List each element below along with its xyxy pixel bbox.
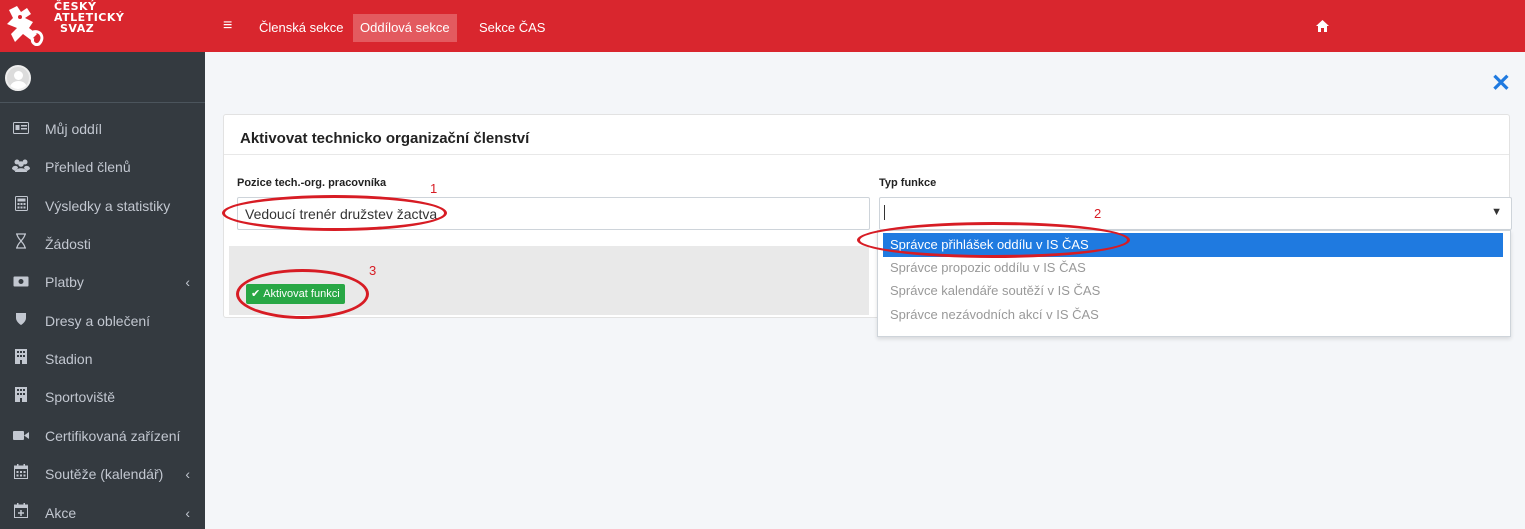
sidebar-item-prehled-clenu[interactable]: Přehled členů — [0, 148, 205, 186]
sidebar-item-label: Přehled členů — [45, 159, 131, 175]
brand-logo[interactable]: ČESKÝ ATLETICKÝ SVAZ — [0, 0, 205, 52]
nav-link-clenska-sekce[interactable]: Členská sekce — [252, 14, 351, 42]
dropdown-option[interactable]: Správce kalendáře soutěží v IS ČAS — [883, 279, 1503, 303]
sidebar-item-label: Stadion — [45, 351, 93, 367]
close-icon[interactable]: ✕ — [1491, 72, 1511, 96]
position-input[interactable] — [237, 197, 870, 230]
calendar-plus-icon — [12, 494, 30, 529]
sidebar: ČESKÝ ATLETICKÝ SVAZ Můj oddíl Přehled č… — [0, 0, 205, 529]
position-label: Pozice tech.-org. pracovníka — [237, 177, 387, 189]
sidebar-item-label: Dresy a oblečení — [45, 313, 151, 329]
sidebar-item-souteze[interactable]: Soutěže (kalendář) ‹ — [0, 455, 205, 493]
money-icon — [12, 263, 30, 301]
dropdown-option[interactable]: Správce nezávodních akcí v IS ČAS — [883, 303, 1503, 327]
top-navbar: ≡ Členská sekce Oddílová sekce Sekce ČAS — [205, 0, 1525, 52]
activate-function-button[interactable]: ✔ Aktivovat funkci — [246, 284, 345, 304]
sidebar-item-label: Platby — [45, 274, 84, 290]
annotation-number-2: 2 — [1094, 206, 1102, 221]
calendar-icon — [12, 455, 30, 493]
sidebar-item-label: Výsledky a statistiky — [45, 198, 171, 214]
sidebar-item-akce[interactable]: Akce ‹ — [0, 494, 205, 529]
sidebar-item-zadosti[interactable]: Žádosti — [0, 225, 205, 263]
brand-line-3: SVAZ — [60, 22, 95, 35]
chevron-left-icon: ‹ — [185, 466, 190, 482]
hourglass-icon — [12, 225, 30, 263]
chevron-left-icon: ‹ — [185, 274, 190, 290]
dropdown-option[interactable]: Správce přihlášek oddílu v IS ČAS — [883, 233, 1503, 257]
sidebar-item-label: Certifikovaná zařízení — [45, 428, 181, 444]
avatar[interactable] — [5, 65, 31, 91]
sidebar-item-label: Akce — [45, 505, 77, 521]
annotation-number-3: 3 — [369, 263, 377, 278]
building-icon — [12, 378, 30, 416]
sidebar-item-certifikovana-zarizeni[interactable]: Certifikovaná zařízení — [0, 417, 205, 455]
sidebar-item-sportoviste[interactable]: Sportoviště — [0, 378, 205, 416]
sidebar-item-dresy[interactable]: Dresy a oblečení — [0, 302, 205, 340]
shield-icon — [12, 302, 30, 340]
users-icon — [12, 148, 30, 186]
sidebar-item-label: Můj oddíl — [45, 121, 102, 137]
function-type-label: Typ funkce — [879, 177, 937, 189]
dropdown-option[interactable]: Správce propozic oddílu v IS ČAS — [883, 256, 1503, 280]
check-icon: ✔ — [251, 288, 261, 300]
sidebar-item-label: Sportoviště — [45, 389, 116, 405]
text-cursor — [884, 205, 885, 220]
user-panel — [0, 52, 205, 103]
hamburger-icon[interactable]: ≡ — [223, 18, 232, 34]
activate-function-label: Aktivovat funkci — [263, 288, 340, 300]
annotation-number-1: 1 — [430, 181, 438, 196]
sidebar-item-muj-oddil[interactable]: Můj oddíl — [0, 110, 205, 148]
home-icon[interactable] — [1316, 19, 1329, 35]
chevron-left-icon: ‹ — [185, 505, 190, 521]
video-camera-icon — [12, 417, 30, 455]
lion-logo-icon — [7, 6, 44, 46]
sidebar-item-vysledky[interactable]: Výsledky a statistiky — [0, 187, 205, 225]
calculator-icon — [12, 187, 30, 225]
function-type-dropdown: Správce přihlášek oddílu v IS ČAS Správc… — [877, 230, 1511, 337]
card-footer: ✔ Aktivovat funkci — [229, 246, 869, 315]
sidebar-item-label: Soutěže (kalendář) — [45, 466, 164, 482]
building-icon — [12, 340, 30, 378]
nav-link-oddilova-sekce[interactable]: Oddílová sekce — [353, 14, 457, 42]
sidebar-item-platby[interactable]: Platby ‹ — [0, 263, 205, 301]
sidebar-item-stadion[interactable]: Stadion — [0, 340, 205, 378]
caret-down-icon: ▼ — [1491, 206, 1502, 218]
function-type-select[interactable]: ▼ — [879, 197, 1512, 230]
card-title: Aktivovat technicko organizační členství — [240, 130, 530, 147]
nav-link-sekce-cas[interactable]: Sekce ČAS — [472, 14, 552, 42]
id-card-icon — [12, 110, 30, 148]
brand-name: ČESKÝ ATLETICKÝ SVAZ — [54, 1, 124, 34]
divider — [224, 154, 1509, 155]
sidebar-item-label: Žádosti — [45, 236, 91, 252]
